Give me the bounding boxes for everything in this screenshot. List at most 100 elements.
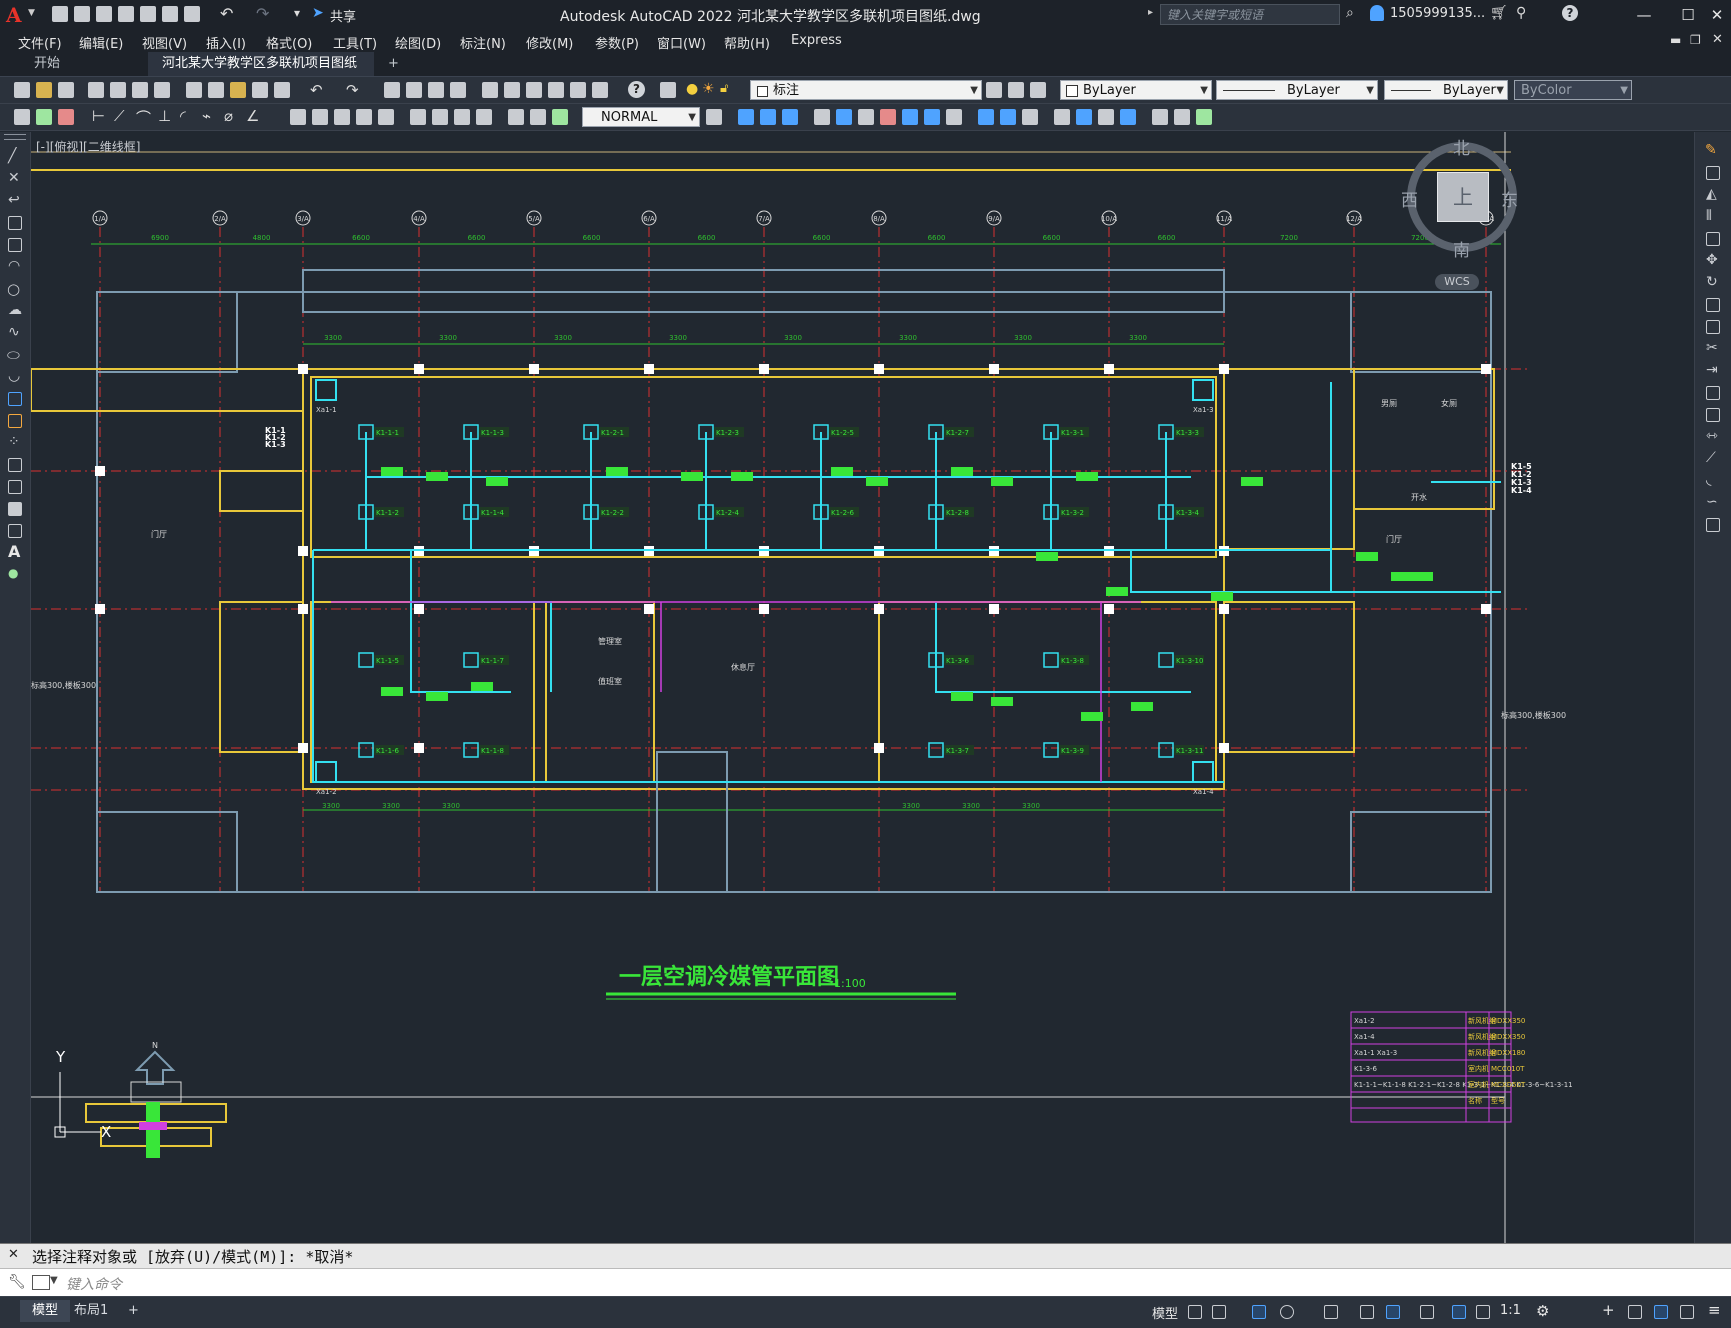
viewcube-south[interactable]: 南 <box>1453 236 1470 261</box>
group-edit-icon[interactable] <box>1196 109 1212 125</box>
preview-icon[interactable] <box>110 82 126 98</box>
annotation-monitor-icon[interactable]: + <box>1602 1301 1615 1319</box>
customize-menu-icon[interactable]: ≡ <box>1708 1301 1721 1319</box>
fillet-icon[interactable]: ◟ <box>1706 472 1711 488</box>
autoscale-icon[interactable] <box>1476 1305 1490 1319</box>
stretch-icon[interactable] <box>782 109 798 125</box>
gradient-icon[interactable] <box>8 480 22 494</box>
palette-grip-icon[interactable] <box>4 134 26 140</box>
region-icon[interactable] <box>8 502 22 516</box>
make-current-layer-icon[interactable] <box>986 82 1002 98</box>
dim-text-edit-icon[interactable] <box>530 109 546 125</box>
lineweight-icon[interactable] <box>1420 1305 1434 1319</box>
doc-minimize-icon[interactable]: ▬ <box>1670 33 1681 47</box>
redo-icon[interactable]: ↷ <box>346 81 359 99</box>
drawing-canvas[interactable]: 1/A 2/A 3/A 4/A 5/A 6/A 7/A 8/A 9/A 10/A 11/A 12/A 1… <box>31 132 1693 1244</box>
add-layout-button[interactable]: + <box>116 1300 151 1322</box>
polyline-icon[interactable]: ↩ <box>8 192 20 208</box>
layer-manager-icon[interactable] <box>660 82 676 98</box>
viewcube-east[interactable]: 东 <box>1501 186 1518 211</box>
array-icon[interactable] <box>858 109 874 125</box>
extend-icon[interactable]: ⇥ <box>1706 362 1718 378</box>
arc-icon[interactable]: ◠ <box>8 258 20 274</box>
maximize-button[interactable]: ☐ <box>1674 3 1702 27</box>
layer-dropdown[interactable]: 标注 ▼ <box>750 80 982 100</box>
block-editor-icon[interactable] <box>274 82 290 98</box>
mirror-icon[interactable]: ◭ <box>1706 186 1717 202</box>
construction-line-icon[interactable]: ✕ <box>8 170 20 186</box>
save-web-icon[interactable] <box>162 6 178 22</box>
erase-icon[interactable] <box>880 109 896 125</box>
explode-icon[interactable] <box>1098 109 1114 125</box>
undo-icon[interactable]: ↶ <box>310 81 323 99</box>
chamfer-icon[interactable]: ⟋ <box>1706 450 1716 466</box>
move-icon[interactable] <box>738 109 754 125</box>
make-block-icon[interactable] <box>8 414 22 428</box>
isodraft-icon[interactable] <box>1324 1305 1338 1319</box>
polygon-icon[interactable] <box>8 216 22 230</box>
menu-window[interactable]: 窗口(W) <box>657 33 706 52</box>
menu-tools[interactable]: 工具(T) <box>333 33 377 52</box>
undo-icon[interactable]: ↶ <box>220 4 233 23</box>
table-icon[interactable] <box>8 524 22 538</box>
line-icon[interactable]: ╱ <box>8 148 16 164</box>
insert-block-icon[interactable] <box>8 392 22 406</box>
join-icon[interactable]: ⇿ <box>1706 428 1718 444</box>
ellipse-arc-icon[interactable]: ◡ <box>8 368 20 384</box>
units-icon[interactable] <box>1628 1305 1642 1319</box>
blend-icon[interactable] <box>1120 109 1136 125</box>
chamfer-icon[interactable] <box>1054 109 1070 125</box>
search-expand-icon[interactable]: ▸ <box>1148 7 1153 18</box>
zoom-window-icon[interactable] <box>428 82 444 98</box>
plotstyle-dropdown[interactable]: ByColor ▼ <box>1514 80 1632 100</box>
dim-style-manager-icon[interactable] <box>706 109 722 125</box>
redo-icon[interactable]: ↷ <box>256 4 269 23</box>
layer-previous-icon[interactable] <box>1008 82 1024 98</box>
rectangle-icon[interactable] <box>8 238 22 252</box>
annotation-scale[interactable]: 1:1 <box>1500 1303 1521 1318</box>
object-snap-tracking-icon[interactable] <box>1360 1305 1374 1319</box>
array-icon[interactable] <box>1706 232 1720 246</box>
dim-space-icon[interactable] <box>356 109 372 125</box>
zoom-previous-icon[interactable] <box>450 82 466 98</box>
dim-angular-icon[interactable]: ∠ <box>246 107 259 125</box>
break-icon[interactable] <box>1000 109 1016 125</box>
workspace-gear-icon[interactable]: ⚙ <box>1536 1302 1549 1320</box>
mirror-icon[interactable] <box>902 109 918 125</box>
tab-layout1[interactable]: 布局1 <box>62 1300 120 1322</box>
layer-states-icon[interactable] <box>1030 82 1046 98</box>
save-icon[interactable] <box>58 82 74 98</box>
dim-style-dropdown[interactable]: NORMAL ▼ <box>582 107 700 127</box>
match-prop-icon[interactable] <box>252 82 268 98</box>
menu-view[interactable]: 视图(V) <box>142 33 187 52</box>
close-button[interactable]: ✕ <box>1703 3 1731 27</box>
jogged-linear-icon[interactable] <box>476 109 492 125</box>
customize-qa-chevron-icon[interactable]: ▾ <box>294 6 300 20</box>
layer-iso-icon[interactable] <box>36 109 52 125</box>
copy-icon[interactable] <box>208 82 224 98</box>
join-icon[interactable] <box>1022 109 1038 125</box>
cart-icon[interactable]: 🛒︎ <box>1490 5 1508 21</box>
autodesk-app-icon[interactable]: ⚲ <box>1516 5 1526 21</box>
ungroup-icon[interactable] <box>1174 109 1190 125</box>
trim-icon[interactable]: ✂ <box>1706 340 1718 356</box>
menu-express[interactable]: Express <box>791 33 842 48</box>
rotate-icon[interactable] <box>814 109 830 125</box>
polar-icon[interactable] <box>1280 1305 1294 1319</box>
layer-walk-icon[interactable] <box>14 109 30 125</box>
blend-icon[interactable]: ∽ <box>1706 494 1718 510</box>
recent-commands-icon[interactable] <box>32 1275 50 1290</box>
menu-insert[interactable]: 插入(I) <box>206 33 246 52</box>
open-web-icon[interactable] <box>140 6 156 22</box>
doc-restore-icon[interactable]: ❐ <box>1690 33 1701 47</box>
viewcube-north[interactable]: 北 <box>1453 134 1470 159</box>
pan-icon[interactable] <box>384 82 400 98</box>
circle-icon[interactable]: ○ <box>7 280 20 298</box>
doc-close-icon[interactable]: ✕ <box>1712 32 1723 47</box>
publish-icon[interactable] <box>132 82 148 98</box>
menu-parametric[interactable]: 参数(P) <box>595 33 639 52</box>
scale-icon[interactable] <box>1706 298 1720 312</box>
calculator-icon[interactable] <box>592 82 608 98</box>
inspect-icon[interactable] <box>454 109 470 125</box>
user-avatar-icon[interactable] <box>1370 5 1384 21</box>
